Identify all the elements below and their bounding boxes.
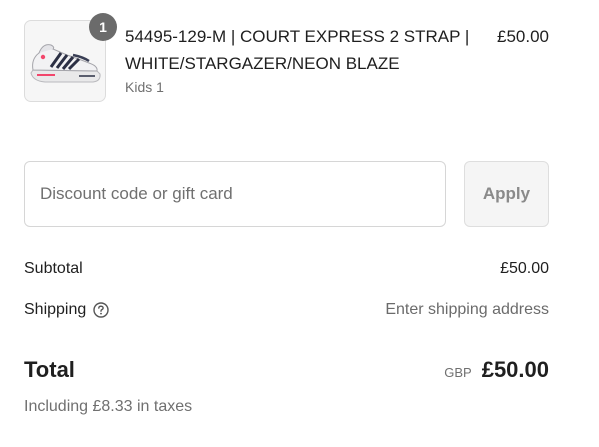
cart-line-item: 1 54495-129-M | COURT EXPRESS 2 STRAP | … [24, 13, 549, 106]
product-thumbnail: 1 [24, 13, 117, 102]
total-label: Total [24, 357, 75, 382]
apply-discount-button[interactable]: Apply [464, 161, 549, 227]
shipping-value: Enter shipping address [385, 301, 549, 318]
shoe-image [30, 44, 101, 83]
quantity-badge: 1 [89, 13, 117, 41]
taxes-note: Including £8.33 in taxes [24, 398, 193, 415]
total-value: GBP £50.00 [444, 357, 549, 383]
shipping-row: Shipping [24, 301, 110, 319]
question-circle-icon[interactable] [92, 301, 110, 319]
currency-code: GBP [444, 365, 472, 380]
product-title: 54495-129-M | COURT EXPRESS 2 STRAP | WH… [125, 27, 470, 73]
shipping-label: Shipping [24, 301, 87, 318]
product-variant: Kids 1 [125, 79, 164, 95]
total-amount: £50.00 [481, 357, 549, 382]
subtotal-label: Subtotal [24, 260, 83, 277]
subtotal-value: £50.00 [500, 260, 549, 277]
product-price: £50.00 [497, 27, 549, 46]
discount-code-input[interactable] [24, 161, 446, 227]
